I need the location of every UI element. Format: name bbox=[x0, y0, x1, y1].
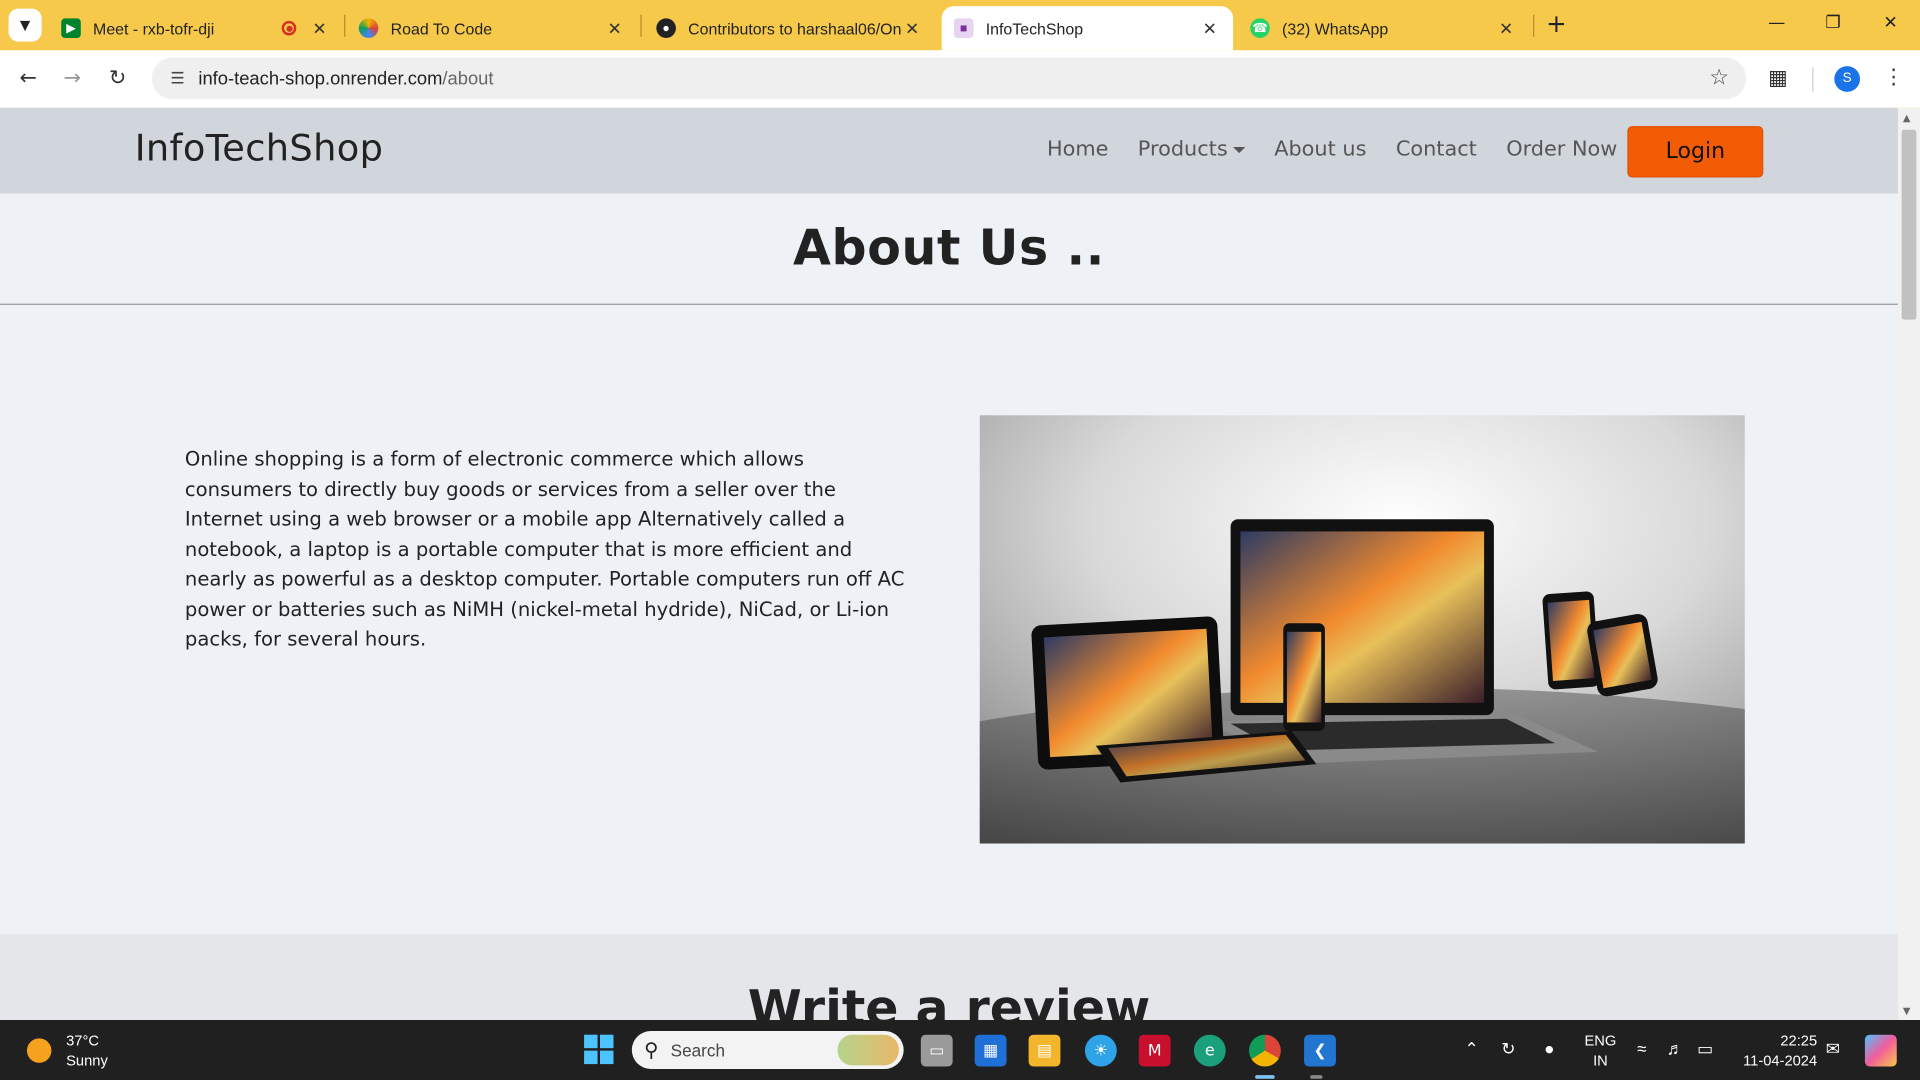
copilot-icon[interactable] bbox=[1864, 1034, 1897, 1067]
new-tab-button[interactable]: + bbox=[1543, 10, 1570, 37]
close-tab-icon[interactable]: ✕ bbox=[901, 18, 923, 39]
weather-widget[interactable]: 37°C Sunny bbox=[26, 1031, 108, 1070]
review-title: Write a review bbox=[747, 980, 1151, 1021]
tab-github[interactable]: ● Contributors to harshaal06/Onl ✕ bbox=[644, 6, 935, 50]
minimize-icon[interactable]: — bbox=[1763, 10, 1790, 37]
active-app-indicator bbox=[1255, 1075, 1275, 1079]
tab-whatsapp[interactable]: ☎ (32) WhatsApp ✕ bbox=[1238, 6, 1529, 50]
site-nav-links: Home Products About us Contact Order Now bbox=[1047, 137, 1617, 161]
site-navbar: InfoTechShop Home Products About us Cont… bbox=[0, 107, 1898, 194]
extensions-icon[interactable]: ▦ bbox=[1768, 66, 1788, 90]
close-tab-icon[interactable]: ✕ bbox=[309, 18, 331, 39]
profile-avatar[interactable]: S bbox=[1834, 66, 1861, 92]
taskbar-search[interactable]: ⚲ Search bbox=[631, 1031, 904, 1069]
back-icon[interactable]: ← bbox=[15, 65, 42, 92]
window-close-icon[interactable]: ✕ bbox=[1877, 10, 1904, 37]
store-icon[interactable]: ▦ bbox=[974, 1034, 1007, 1067]
sun-icon bbox=[26, 1038, 52, 1063]
system-clock[interactable]: 22:25 11-04-2024 bbox=[1736, 1031, 1817, 1070]
running-app-indicator bbox=[1310, 1075, 1323, 1079]
page-title: About Us .. bbox=[793, 220, 1105, 277]
whatsapp-icon: ☎ bbox=[1250, 18, 1270, 38]
close-tab-icon[interactable]: ✕ bbox=[604, 18, 626, 39]
about-paragraph: Online shopping is a form of electronic … bbox=[184, 446, 905, 651]
scroll-up-icon[interactable]: ▲ bbox=[1903, 113, 1911, 124]
weather-temp: 37°C bbox=[66, 1032, 99, 1050]
tab-separator bbox=[640, 14, 642, 37]
review-section: Write a review bbox=[0, 934, 1898, 1021]
scroll-thumb[interactable] bbox=[1901, 129, 1917, 320]
volume-icon[interactable]: ♬ bbox=[1667, 1038, 1684, 1058]
windows-taskbar: 37°C Sunny ⚲ Search ▭ ▦ ▤ ☀ M e ❮ ⌃ ↻ ● … bbox=[0, 1020, 1920, 1080]
microphone-icon[interactable]: ● bbox=[1544, 1038, 1554, 1058]
language-indicator[interactable]: ENG IN bbox=[1582, 1031, 1619, 1070]
restore-icon[interactable]: ❐ bbox=[1820, 10, 1847, 37]
login-button[interactable]: Login bbox=[1627, 126, 1764, 178]
toolbar-separator bbox=[1812, 67, 1814, 92]
road-to-code-icon bbox=[358, 18, 379, 38]
sync-icon[interactable]: ↻ bbox=[1501, 1038, 1515, 1059]
url-text[interactable]: info-teach-shop.onrender.com/about bbox=[198, 68, 493, 89]
address-bar[interactable]: ☰ info-teach-shop.onrender.com/about ☆ bbox=[151, 57, 1747, 100]
scroll-down-icon[interactable]: ▼ bbox=[1903, 1005, 1911, 1016]
site-brand[interactable]: InfoTechShop bbox=[135, 127, 384, 170]
show-hidden-icons[interactable]: ⌃ bbox=[1465, 1038, 1479, 1059]
file-explorer-icon[interactable]: ▤ bbox=[1028, 1034, 1061, 1067]
notification-bell-icon[interactable]: ✉ bbox=[1826, 1038, 1840, 1059]
devices-hero-image bbox=[979, 415, 1745, 844]
page-viewport: InfoTechShop Home Products About us Cont… bbox=[0, 107, 1898, 1021]
page-scrollbar[interactable]: ▲ ▼ bbox=[1897, 107, 1920, 1021]
reload-icon[interactable]: ↻ bbox=[104, 65, 131, 92]
nav-home[interactable]: Home bbox=[1047, 137, 1108, 161]
nav-order-now[interactable]: Order Now bbox=[1506, 137, 1617, 161]
tab-separator bbox=[344, 14, 346, 37]
vscode-icon[interactable]: ❮ bbox=[1304, 1034, 1336, 1067]
title-divider bbox=[0, 303, 1898, 305]
tab-meet[interactable]: ▶ Meet - rxb-tofr-dji ✕ bbox=[49, 6, 343, 50]
nav-contact[interactable]: Contact bbox=[1396, 137, 1477, 161]
browser-menu-icon[interactable]: ⋮ bbox=[1883, 65, 1904, 89]
site-info-icon[interactable]: ☰ bbox=[159, 69, 196, 87]
close-tab-icon[interactable]: ✕ bbox=[1495, 18, 1517, 39]
forward-icon[interactable]: → bbox=[59, 65, 86, 92]
tab-search-button[interactable]: ▼ bbox=[8, 8, 42, 42]
bookmark-star-icon[interactable]: ☆ bbox=[1709, 65, 1729, 91]
tab-separator bbox=[1533, 14, 1535, 37]
search-highlight-icon bbox=[837, 1034, 899, 1066]
mcafee-icon[interactable]: M bbox=[1138, 1034, 1171, 1067]
task-view-icon[interactable]: ▭ bbox=[920, 1034, 953, 1067]
browser-toolbar: ← → ↻ ☰ info-teach-shop.onrender.com/abo… bbox=[0, 50, 1920, 108]
infotechshop-icon: ■ bbox=[953, 18, 974, 38]
battery-icon[interactable]: ▭ bbox=[1697, 1038, 1713, 1059]
edge-beta-icon[interactable]: ☀ bbox=[1084, 1034, 1117, 1067]
tab-infotechshop[interactable]: ■ InfoTechShop ✕ bbox=[941, 6, 1234, 51]
chrome-icon[interactable] bbox=[1248, 1034, 1281, 1067]
github-icon: ● bbox=[656, 18, 676, 38]
wifi-icon[interactable]: ≈ bbox=[1637, 1038, 1646, 1058]
tab-road-to-code[interactable]: Road To Code ✕ bbox=[347, 6, 638, 50]
recording-icon bbox=[281, 20, 297, 36]
google-meet-icon: ▶ bbox=[61, 18, 81, 38]
caret-down-icon bbox=[1232, 146, 1245, 153]
windows-start-icon[interactable] bbox=[584, 1034, 614, 1065]
edge-icon[interactable]: e bbox=[1193, 1034, 1226, 1067]
browser-tab-bar: ▼ ▶ Meet - rxb-tofr-dji ✕ Road To Code ✕… bbox=[0, 0, 1920, 51]
nav-about[interactable]: About us bbox=[1274, 137, 1366, 161]
nav-products[interactable]: Products bbox=[1138, 137, 1245, 162]
weather-condition: Sunny bbox=[66, 1051, 108, 1069]
close-tab-icon[interactable]: ✕ bbox=[1199, 18, 1221, 39]
search-icon: ⚲ bbox=[644, 1038, 659, 1062]
